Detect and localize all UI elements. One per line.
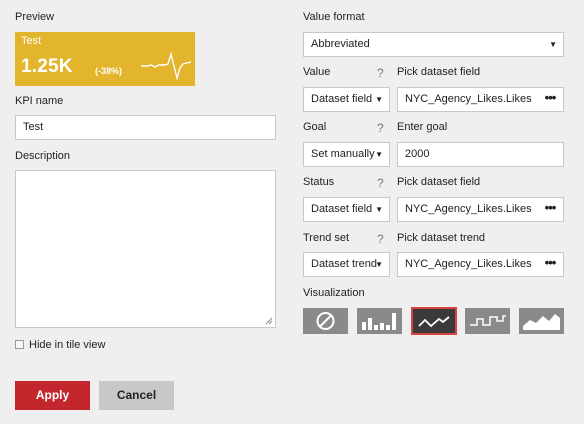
none-icon [316, 312, 335, 330]
more-options-icon[interactable]: ••• [537, 88, 563, 111]
kpi-name-label: KPI name [15, 95, 64, 107]
preview-label: Preview [15, 11, 55, 23]
value-field-input[interactable]: NYC_Agency_Likes.Likes ••• [397, 87, 564, 112]
viz-bar-button[interactable] [357, 308, 402, 334]
more-options-icon[interactable]: ••• [537, 253, 563, 276]
value-help-icon[interactable]: ? [377, 66, 384, 80]
trend-help-icon[interactable]: ? [377, 232, 384, 246]
goal-field-label: Enter goal [397, 121, 448, 133]
status-field-value: NYC_Agency_Likes.Likes [405, 203, 532, 215]
trend-source-selected: Dataset trend [311, 258, 378, 270]
trend-source-select[interactable]: Dataset trend ▼ [303, 252, 390, 277]
value-field-value: NYC_Agency_Likes.Likes [405, 93, 532, 105]
hide-in-tile-label: Hide in tile view [29, 339, 106, 351]
status-source-select[interactable]: Dataset field ▼ [303, 197, 390, 222]
description-textarea[interactable] [15, 170, 276, 328]
bar-chart-icon [362, 313, 396, 330]
chevron-down-icon: ▼ [375, 260, 383, 269]
apply-button[interactable]: Apply [15, 381, 90, 410]
viz-area-button[interactable] [519, 308, 564, 334]
trend-field-value: NYC_Agency_Likes.Likes [405, 258, 532, 270]
viz-step-button[interactable] [465, 308, 510, 334]
value-source-select[interactable]: Dataset field ▼ [303, 87, 390, 112]
value-label: Value [303, 66, 331, 78]
chevron-down-icon: ▼ [375, 205, 383, 214]
tile-value: 1.25K [21, 56, 73, 77]
kpi-preview-tile: Test 1.25K (-38%) [15, 32, 195, 86]
tile-title: Test [21, 35, 42, 47]
area-chart-icon [523, 314, 560, 330]
goal-source-selected: Set manually [311, 148, 375, 160]
trend-field-input[interactable]: NYC_Agency_Likes.Likes ••• [397, 252, 564, 277]
status-label: Status [303, 176, 335, 188]
visualization-label: Visualization [303, 287, 365, 299]
status-help-icon[interactable]: ? [377, 176, 384, 190]
resize-handle-icon[interactable] [265, 317, 273, 325]
chevron-down-icon: ▼ [549, 40, 557, 49]
trend-label: Trend set [303, 232, 350, 244]
hide-in-tile-checkbox[interactable] [15, 340, 24, 349]
status-source-selected: Dataset field [311, 203, 373, 215]
viz-line-button[interactable] [411, 307, 457, 335]
goal-help-icon[interactable]: ? [377, 121, 384, 135]
trend-field-label: Pick dataset trend [397, 232, 486, 244]
value-format-selected: Abbreviated [311, 38, 370, 50]
chevron-down-icon: ▼ [375, 150, 383, 159]
value-source-selected: Dataset field [311, 93, 373, 105]
cancel-button[interactable]: Cancel [99, 381, 174, 410]
status-field-input[interactable]: NYC_Agency_Likes.Likes ••• [397, 197, 564, 222]
more-options-icon[interactable]: ••• [537, 198, 563, 221]
kpi-name-input[interactable]: Test [15, 115, 276, 140]
line-chart-icon [418, 316, 450, 328]
goal-source-select[interactable]: Set manually ▼ [303, 142, 390, 167]
value-format-label: Value format [303, 11, 365, 23]
value-field-label: Pick dataset field [397, 66, 481, 78]
sparkline-icon [141, 51, 191, 81]
value-format-select[interactable]: Abbreviated ▼ [303, 32, 564, 57]
status-field-label: Pick dataset field [397, 176, 481, 188]
chevron-down-icon: ▼ [375, 95, 383, 104]
step-chart-icon [470, 315, 506, 326]
viz-none-button[interactable] [303, 308, 348, 334]
description-label: Description [15, 150, 71, 162]
goal-label: Goal [303, 121, 327, 133]
goal-input[interactable]: 2000 [397, 142, 564, 167]
tile-change: (-38%) [95, 66, 123, 76]
